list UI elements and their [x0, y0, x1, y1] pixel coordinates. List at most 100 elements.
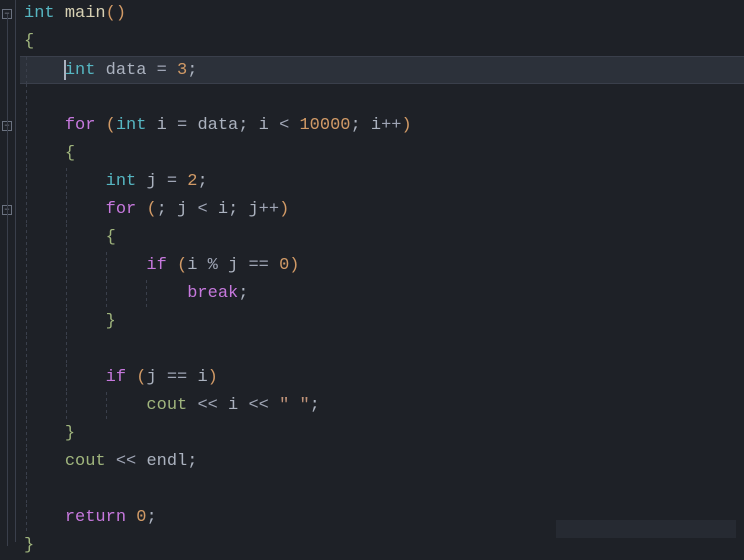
token-punct	[136, 200, 146, 219]
token-var: j	[146, 172, 156, 191]
token-bracket-y: )	[279, 200, 289, 219]
token-bracket-y: (	[136, 368, 146, 387]
token-bracket-y: )	[289, 256, 299, 275]
token-kw-ctrl: break	[187, 284, 238, 303]
token-num: 10000	[299, 116, 350, 135]
code-line[interactable]: if (j == i)	[20, 364, 744, 392]
code-line[interactable]: if (i % j == 0)	[20, 252, 744, 280]
token-punct	[146, 116, 156, 135]
token-brace: }	[24, 536, 34, 555]
token-var: j	[248, 200, 258, 219]
token-brace: }	[106, 312, 116, 331]
code-editor[interactable]: −−− int main(){ int data = 3; for (int i…	[0, 0, 744, 542]
token-kw-type: int	[24, 4, 55, 23]
token-punct: ;	[238, 116, 258, 135]
token-punct	[187, 116, 197, 135]
token-punct	[269, 116, 279, 135]
token-stream: cout	[65, 452, 106, 471]
token-bracket-y: (	[177, 256, 187, 275]
token-punct: ;	[187, 452, 197, 471]
token-kw-ctrl: return	[65, 508, 126, 527]
token-punct	[167, 116, 177, 135]
token-punct: ;	[197, 172, 207, 191]
code-line[interactable]: {	[20, 224, 744, 252]
token-op: <	[197, 200, 207, 219]
code-line[interactable]: }	[20, 420, 744, 448]
token-bracket-y: )	[116, 4, 126, 23]
token-punct	[187, 396, 197, 415]
token-punct: ;	[187, 61, 197, 80]
token-var: j	[177, 200, 187, 219]
token-kw-type: int	[65, 61, 96, 80]
token-op: <<	[116, 452, 136, 471]
token-var: i	[228, 396, 238, 415]
code-line[interactable]: {	[20, 140, 744, 168]
code-line[interactable]	[20, 476, 744, 504]
token-punct	[146, 61, 156, 80]
token-punct	[95, 116, 105, 135]
code-line[interactable]: cout << i << " ";	[20, 392, 744, 420]
token-var: i	[259, 116, 269, 135]
token-punct	[126, 368, 136, 387]
token-punct: ;	[157, 200, 177, 219]
token-punct	[55, 4, 65, 23]
code-line[interactable]: }	[20, 308, 744, 336]
code-line[interactable]: {	[20, 28, 744, 56]
token-punct	[136, 452, 146, 471]
token-op: ==	[167, 368, 187, 387]
token-num: 0	[279, 256, 289, 275]
token-op: %	[208, 256, 218, 275]
code-line[interactable]: int main()	[20, 0, 744, 28]
token-punct	[177, 172, 187, 191]
token-bracket-y: )	[402, 116, 412, 135]
token-num: 3	[177, 61, 187, 80]
token-punct	[289, 116, 299, 135]
token-punct	[187, 200, 197, 219]
token-punct: ;	[310, 396, 320, 415]
token-var: data	[197, 116, 238, 135]
token-var: i	[157, 116, 167, 135]
token-kw-ctrl: if	[146, 256, 166, 275]
token-op: <<	[248, 396, 268, 415]
code-line[interactable]: int data = 3;	[20, 56, 744, 84]
token-brace: {	[106, 228, 116, 247]
code-line[interactable]: for (int i = data; i < 10000; i++)	[20, 112, 744, 140]
token-punct	[136, 172, 146, 191]
status-bar	[556, 520, 736, 538]
token-bracket-y: (	[106, 116, 116, 135]
token-punct	[269, 396, 279, 415]
token-op: =	[157, 61, 167, 80]
code-line[interactable]: cout << endl;	[20, 448, 744, 476]
token-kw-ctrl: if	[106, 368, 126, 387]
code-area[interactable]: int main(){ int data = 3; for (int i = d…	[16, 0, 744, 542]
code-line[interactable]	[20, 84, 744, 112]
fold-gutter: −−−	[0, 0, 16, 542]
token-punct: ;	[146, 508, 156, 527]
token-op: ==	[248, 256, 268, 275]
token-var: i	[218, 200, 228, 219]
code-line[interactable]	[20, 336, 744, 364]
token-op: ++	[259, 200, 279, 219]
token-bracket-y: (	[106, 4, 116, 23]
token-var: j	[228, 256, 238, 275]
token-brace: {	[65, 144, 75, 163]
token-op: ++	[381, 116, 401, 135]
token-kw-ctrl: for	[106, 200, 137, 219]
token-punct	[218, 396, 228, 415]
token-op: <	[279, 116, 289, 135]
token-stream: cout	[146, 396, 187, 415]
code-line[interactable]: int j = 2;	[20, 168, 744, 196]
token-var: i	[371, 116, 381, 135]
token-punct	[269, 256, 279, 275]
code-line[interactable]: for (; j < i; j++)	[20, 196, 744, 224]
code-line[interactable]: break;	[20, 280, 744, 308]
token-var: endl	[146, 452, 187, 471]
token-punct: ;	[238, 284, 248, 303]
token-num: 2	[187, 172, 197, 191]
token-fn-name: main	[65, 4, 106, 23]
token-kw-type: int	[116, 116, 147, 135]
token-str: " "	[279, 396, 310, 415]
token-punct	[167, 61, 177, 80]
token-punct: ;	[228, 200, 248, 219]
token-kw-type: int	[106, 172, 137, 191]
